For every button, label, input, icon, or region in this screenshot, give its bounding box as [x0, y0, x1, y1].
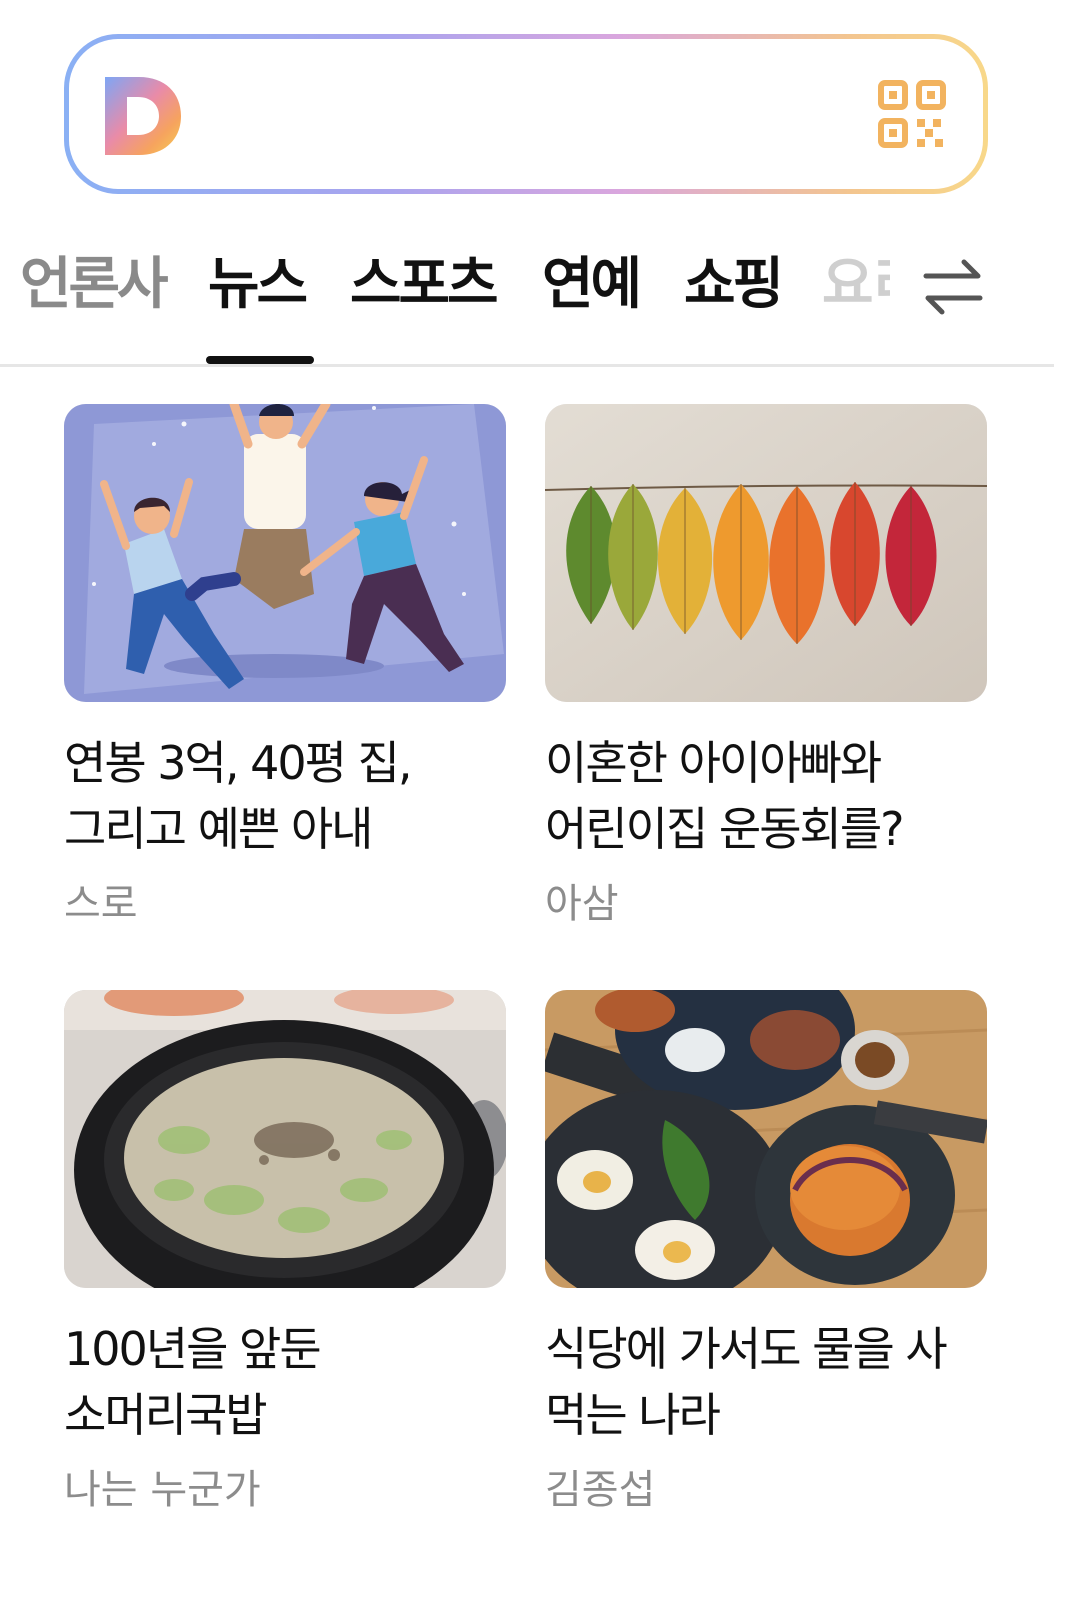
article-card[interactable]: 이혼한 아이아빠와 어린이집 운동회를? 아삼: [545, 404, 987, 932]
selected-tab-indicator: [206, 356, 314, 364]
autumn-leaves-on-string: [545, 404, 987, 702]
card-title[interactable]: 연봉 3억, 40평 집, 그리고 예쁜 아내: [64, 730, 506, 862]
card-author: 김종섭: [545, 1467, 656, 1513]
swap-arrows-icon[interactable]: [920, 254, 986, 320]
tab-cooking[interactable]: 요리: [822, 252, 890, 322]
tab-press[interactable]: 언론사: [20, 252, 169, 318]
qr-code-icon[interactable]: [877, 79, 947, 149]
card-author: 나는 누군가: [64, 1467, 261, 1513]
card-author: 아삼: [545, 881, 619, 927]
tab-news[interactable]: 뉴스: [208, 252, 308, 318]
card-title[interactable]: 100년을 앞둔 소머리국밥: [64, 1316, 506, 1448]
search-bar: [64, 34, 988, 194]
article-card[interactable]: 식당에 가서도 물을 사 먹는 나라 김종섭: [545, 990, 987, 1518]
gukbap-bowl: [64, 990, 506, 1288]
tab-sports[interactable]: 스포츠: [350, 252, 499, 318]
article-card[interactable]: 연봉 3억, 40평 집, 그리고 예쁜 아내 스로: [64, 404, 506, 932]
card-title[interactable]: 식당에 가서도 물을 사 먹는 나라: [545, 1316, 987, 1448]
card-title[interactable]: 이혼한 아이아빠와 어린이집 운동회를?: [545, 730, 987, 862]
card-author: 스로: [64, 881, 138, 927]
tab-shopping[interactable]: 쇼핑: [684, 252, 784, 318]
article-card[interactable]: 100년을 앞둔 소머리국밥 나는 누군가: [64, 990, 506, 1518]
tab-entertainment[interactable]: 연예: [542, 252, 642, 318]
brunch-plates: [545, 990, 987, 1288]
search-bar-inner: [69, 39, 983, 189]
category-tabs: 언론사 뉴스 스포츠 연예 쇼핑 요리: [0, 230, 1054, 367]
daum-logo-icon[interactable]: [105, 77, 181, 155]
people-celebrating-illustration: [64, 404, 506, 702]
search-input[interactable]: [209, 69, 833, 161]
